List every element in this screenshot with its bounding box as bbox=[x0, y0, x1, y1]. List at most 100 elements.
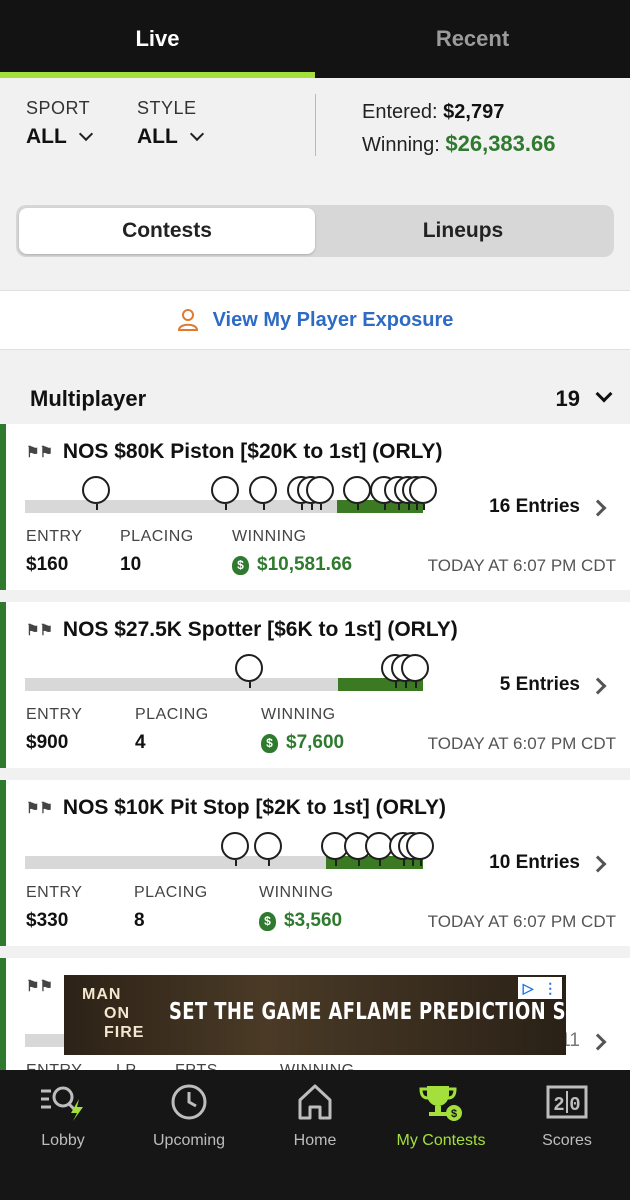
lineup-marker bbox=[306, 476, 334, 510]
segment-lineups[interactable]: Lineups bbox=[315, 208, 611, 254]
contest-card[interactable]: ⚑⚑ NOS $27.5K Spotter [$6K to 1st] (ORLY)… bbox=[0, 602, 630, 768]
placing-label: PLACING bbox=[134, 884, 208, 901]
multiplayer-section-header[interactable]: Multiplayer 19 bbox=[0, 372, 630, 424]
money-bag-icon: $ bbox=[261, 733, 278, 753]
card-accent-bar bbox=[0, 780, 6, 946]
entries-count: 16 Entries bbox=[489, 496, 580, 517]
tab-recent-label: Recent bbox=[435, 26, 510, 51]
top-tabs: Live Recent bbox=[0, 0, 630, 78]
player-exposure-label: View My Player Exposure bbox=[212, 308, 454, 331]
chevron-right-icon bbox=[589, 855, 607, 873]
card-accent-bar bbox=[0, 602, 6, 768]
nav-upcoming-label: Upcoming bbox=[152, 1132, 226, 1149]
entered-label: Entered: bbox=[362, 101, 438, 123]
chevron-right-icon bbox=[589, 1033, 607, 1051]
nav-my-contests[interactable]: $ My Contests bbox=[378, 1070, 504, 1200]
nav-home[interactable]: Home bbox=[252, 1070, 378, 1200]
placing-label: PLACING bbox=[135, 706, 209, 723]
person-icon bbox=[177, 309, 198, 331]
nav-lobby[interactable]: Lobby bbox=[0, 1070, 126, 1200]
placing-value: 8 bbox=[134, 910, 145, 931]
nav-lobby-label: Lobby bbox=[41, 1132, 85, 1149]
tab-live[interactable]: Live bbox=[0, 0, 315, 78]
entry-value: $160 bbox=[26, 554, 69, 575]
svg-text:2: 2 bbox=[553, 1094, 564, 1116]
contest-card[interactable]: ⚑⚑ NOS $80K Piston [$20K to 1st] (ORLY) 1… bbox=[0, 424, 630, 590]
placing-label: PLACING bbox=[120, 528, 194, 545]
chevron-right-icon bbox=[589, 677, 607, 695]
winning-label: WINNING bbox=[261, 706, 336, 723]
entry-value: $900 bbox=[26, 732, 69, 753]
tab-recent[interactable]: Recent bbox=[315, 0, 630, 78]
trophy-icon: $ bbox=[419, 1086, 462, 1121]
winning-label: WINNING bbox=[232, 528, 307, 545]
chevron-down-icon bbox=[595, 385, 613, 403]
entry-value: $330 bbox=[26, 910, 69, 931]
style-filter-label: STYLE bbox=[137, 98, 197, 118]
checkered-flag-icon: ⚑⚑ bbox=[26, 800, 53, 817]
ad-headline: SET THE GAME AFLAME PREDICTION SERIES bbox=[169, 999, 566, 1025]
lineup-marker bbox=[249, 476, 277, 510]
entries-count: 5 Entries bbox=[499, 674, 580, 695]
winning-value: $7,600 bbox=[286, 732, 345, 753]
placing-value: 4 bbox=[135, 732, 146, 753]
chevron-right-icon bbox=[589, 499, 607, 517]
checkered-flag-icon: ⚑⚑ bbox=[26, 978, 53, 995]
segment-contests[interactable]: Contests bbox=[19, 208, 315, 254]
contest-time: TODAY AT 6:07 PM CDT bbox=[427, 912, 616, 931]
scoreboard-icon: 2 0 bbox=[546, 1085, 588, 1119]
nav-home-label: Home bbox=[293, 1132, 337, 1149]
filters-bar: SPORT ALL STYLE ALL Entered: $2,797 Winn… bbox=[0, 78, 630, 170]
style-filter-value: ALL bbox=[137, 125, 178, 148]
lineup-marker bbox=[401, 654, 429, 688]
winning-value: $3,560 bbox=[284, 910, 343, 931]
sport-filter[interactable]: SPORT ALL bbox=[26, 98, 93, 149]
section-title: Multiplayer bbox=[30, 386, 147, 411]
sport-filter-label: SPORT bbox=[26, 98, 91, 118]
nav-my-contests-label: My Contests bbox=[396, 1132, 486, 1149]
contest-time: TODAY AT 6:07 PM CDT bbox=[427, 734, 616, 753]
ad-brand-logo: MAN ON FIRE bbox=[82, 986, 145, 1041]
entry-label: ENTRY bbox=[26, 706, 83, 723]
chevron-down-icon bbox=[78, 126, 93, 142]
contest-title: NOS $10K Pit Stop [$2K to 1st] (ORLY) bbox=[62, 796, 447, 819]
ad-banner[interactable]: MAN ON FIRE SET THE GAME AFLAME PREDICTI… bbox=[64, 975, 566, 1055]
nav-scores-label: Scores bbox=[542, 1132, 592, 1149]
lineup-marker bbox=[235, 654, 263, 688]
sport-filter-value: ALL bbox=[26, 125, 67, 148]
clock-icon bbox=[171, 1084, 207, 1120]
contest-title: NOS $27.5K Spotter [$6K to 1st] (ORLY) bbox=[62, 618, 458, 641]
placing-value: 10 bbox=[120, 554, 142, 575]
stats-summary: Entered: $2,797 Winning: $26,383.66 bbox=[362, 96, 555, 161]
lobby-search-icon bbox=[41, 1086, 83, 1121]
chevron-down-icon bbox=[189, 126, 204, 142]
divider bbox=[315, 94, 316, 156]
entry-label: ENTRY bbox=[26, 528, 83, 545]
lineup-marker bbox=[211, 476, 239, 510]
lineup-marker bbox=[406, 832, 434, 866]
entry-label: ENTRY bbox=[26, 884, 83, 901]
svg-text:$: $ bbox=[451, 1108, 457, 1120]
winning-label: WINNING bbox=[259, 884, 334, 901]
nav-scores[interactable]: 2 0 Scores bbox=[504, 1070, 630, 1200]
svg-text:0: 0 bbox=[569, 1094, 580, 1116]
winning-label: Winning: bbox=[362, 134, 440, 156]
money-bag-icon: $ bbox=[259, 911, 276, 931]
player-exposure-link[interactable]: View My Player Exposure bbox=[0, 290, 630, 350]
nav-upcoming[interactable]: Upcoming bbox=[126, 1070, 252, 1200]
style-filter[interactable]: STYLE ALL bbox=[137, 98, 204, 149]
money-bag-icon: $ bbox=[232, 555, 249, 575]
entries-count: 10 Entries bbox=[489, 852, 580, 873]
ad-choices-icon[interactable]: ▷ ⋮ bbox=[518, 977, 562, 999]
section-count: 19 bbox=[555, 386, 580, 411]
card-accent-bar bbox=[0, 958, 6, 1070]
contest-card[interactable]: ⚑⚑ NOS $10K Pit Stop [$2K to 1st] (ORLY) … bbox=[0, 780, 630, 946]
contests-lineups-toggle: Contests Lineups bbox=[16, 205, 614, 257]
checkered-flag-icon: ⚑⚑ bbox=[26, 622, 53, 639]
lineup-marker bbox=[409, 476, 437, 510]
tab-live-label: Live bbox=[135, 26, 180, 51]
contest-title: NOS $80K Piston [$20K to 1st] (ORLY) bbox=[62, 440, 443, 463]
winning-value: $10,581.66 bbox=[257, 554, 353, 575]
contest-time: TODAY AT 6:07 PM CDT bbox=[427, 556, 616, 575]
bottom-nav: Lobby Upcoming Home $ My Contests 2 0 Sc… bbox=[0, 1070, 630, 1200]
